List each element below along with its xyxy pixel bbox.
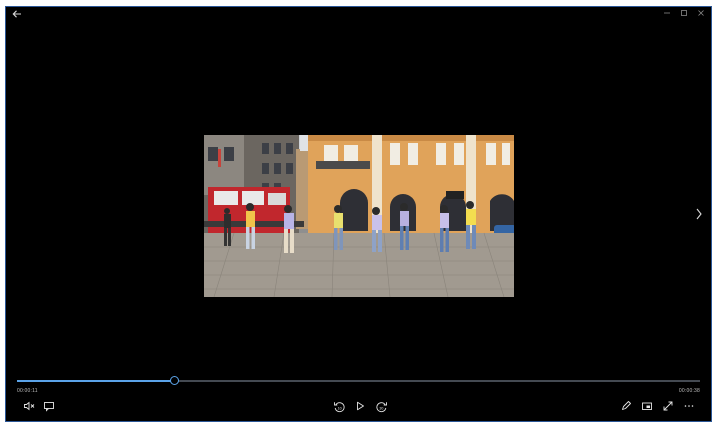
next-button[interactable]	[695, 207, 707, 221]
edit-pen-icon	[622, 401, 631, 410]
minimize-icon	[663, 12, 670, 14]
fullscreen-button[interactable]	[661, 399, 675, 413]
volume-button[interactable]	[22, 399, 36, 413]
chevron-right-icon	[696, 208, 702, 220]
more-icon	[684, 405, 694, 407]
close-button[interactable]	[692, 8, 709, 22]
video-scene-image	[204, 135, 514, 297]
forward-30-icon: 30	[375, 401, 387, 412]
window-controls	[658, 8, 709, 22]
more-button[interactable]	[682, 399, 696, 413]
seek-bar[interactable]	[17, 376, 700, 385]
mini-view-button[interactable]	[640, 399, 654, 413]
media-player-window: 00:00:11 00:00:38 10 30	[5, 6, 712, 422]
close-icon	[697, 10, 704, 16]
seek-thumb[interactable]	[170, 376, 180, 385]
svg-text:30: 30	[379, 406, 383, 410]
edit-button[interactable]	[619, 399, 633, 413]
minimize-button[interactable]	[658, 8, 675, 22]
maximize-button[interactable]	[675, 8, 692, 22]
svg-text:10: 10	[337, 406, 341, 410]
captions-icon	[44, 402, 54, 412]
current-time: 00:00:11	[17, 388, 38, 394]
title-bar	[6, 7, 711, 25]
arrow-left-icon	[12, 10, 21, 18]
total-time: 00:00:38	[678, 388, 700, 394]
back-button[interactable]	[10, 9, 24, 23]
volume-muted-icon	[24, 401, 35, 411]
forward-30-button[interactable]: 30	[374, 399, 388, 413]
fullscreen-icon	[663, 401, 673, 411]
rewind-10-button[interactable]: 10	[332, 399, 346, 413]
play-button[interactable]	[353, 399, 367, 413]
maximize-icon	[680, 10, 687, 16]
seek-progress	[17, 380, 176, 382]
captions-button[interactable]	[42, 399, 56, 413]
play-icon	[357, 401, 364, 411]
mini-view-icon	[642, 402, 652, 410]
rewind-10-icon: 10	[333, 401, 345, 412]
video-frame[interactable]	[204, 135, 514, 297]
